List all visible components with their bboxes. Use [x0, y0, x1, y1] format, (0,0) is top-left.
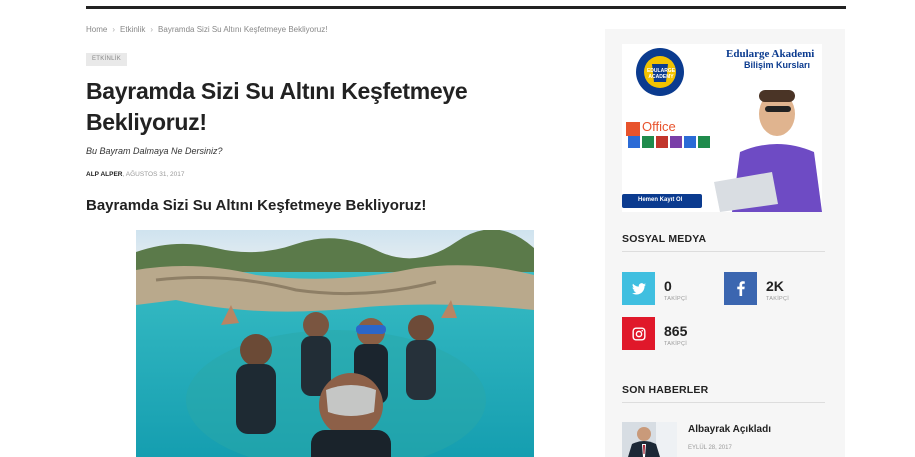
news-thumbnail[interactable] [622, 422, 677, 457]
social-divider [622, 251, 825, 252]
ad-title: Edularge Akademi [726, 48, 815, 60]
instagram-count: 865 [664, 323, 688, 339]
social-facebook[interactable]: 2K TAKİPÇİ [724, 272, 789, 305]
news-item-date: EYLÜL 28, 2017 [688, 445, 732, 451]
ad-banner[interactable]: EDULARGE ACADEMY Edularge Akademi Bilişi… [622, 44, 822, 212]
facebook-count: 2K [766, 278, 784, 294]
article-heading: Bayramda Sizi Su Altını Keşfetmeye Bekli… [86, 197, 427, 214]
twitter-count: 0 [664, 278, 672, 294]
breadcrumb-category[interactable]: Etkinlik [120, 25, 145, 34]
ad-cta: Hemen Kayıt Ol [638, 197, 683, 203]
twitter-icon [622, 272, 655, 305]
hero-image [136, 230, 534, 457]
top-border [86, 6, 846, 9]
chevron-right-icon: › [150, 25, 154, 34]
facebook-label: TAKİPÇİ [766, 296, 790, 302]
breadcrumb-current: Bayramda Sizi Su Altını Keşfetmeye Bekli… [158, 25, 328, 34]
social-widget-title: SOSYAL MEDYA [622, 233, 707, 245]
article-title: Bayramda Sizi Su Altını Keşfetmeye Bekli… [86, 78, 468, 135]
chevron-right-icon: › [112, 25, 116, 34]
ad-logo-text: EDULARGE ACADEMY [646, 68, 676, 80]
breadcrumb-home[interactable]: Home [86, 25, 107, 34]
article-date: , AĞUSTOS 31, 2017 [122, 171, 185, 178]
facebook-icon [724, 272, 757, 305]
ad-office-label: Office [642, 119, 676, 134]
social-instagram[interactable]: 865 TAKİPÇİ [622, 317, 687, 350]
breadcrumb: Home › Etkinlik › Bayramda Sizi Su Altın… [86, 25, 327, 34]
article-meta: ALP ALPER, AĞUSTOS 31, 2017 [86, 171, 185, 178]
category-badge[interactable]: ETKİNLİK [86, 53, 128, 66]
instagram-label: TAKİPÇİ [664, 341, 688, 347]
instagram-icon [622, 317, 655, 350]
news-divider [622, 402, 825, 403]
social-twitter[interactable]: 0 TAKİPÇİ [622, 272, 687, 305]
ad-subtitle: Bilişim Kursları [744, 60, 811, 70]
author-link[interactable]: ALP ALPER [86, 171, 122, 178]
twitter-label: TAKİPÇİ [664, 296, 688, 302]
news-widget-title: SON HABERLER [622, 384, 709, 396]
news-item-title[interactable]: Albayrak Açıkladı [688, 424, 771, 435]
article-subtitle: Bu Bayram Dalmaya Ne Dersiniz? [86, 146, 223, 156]
